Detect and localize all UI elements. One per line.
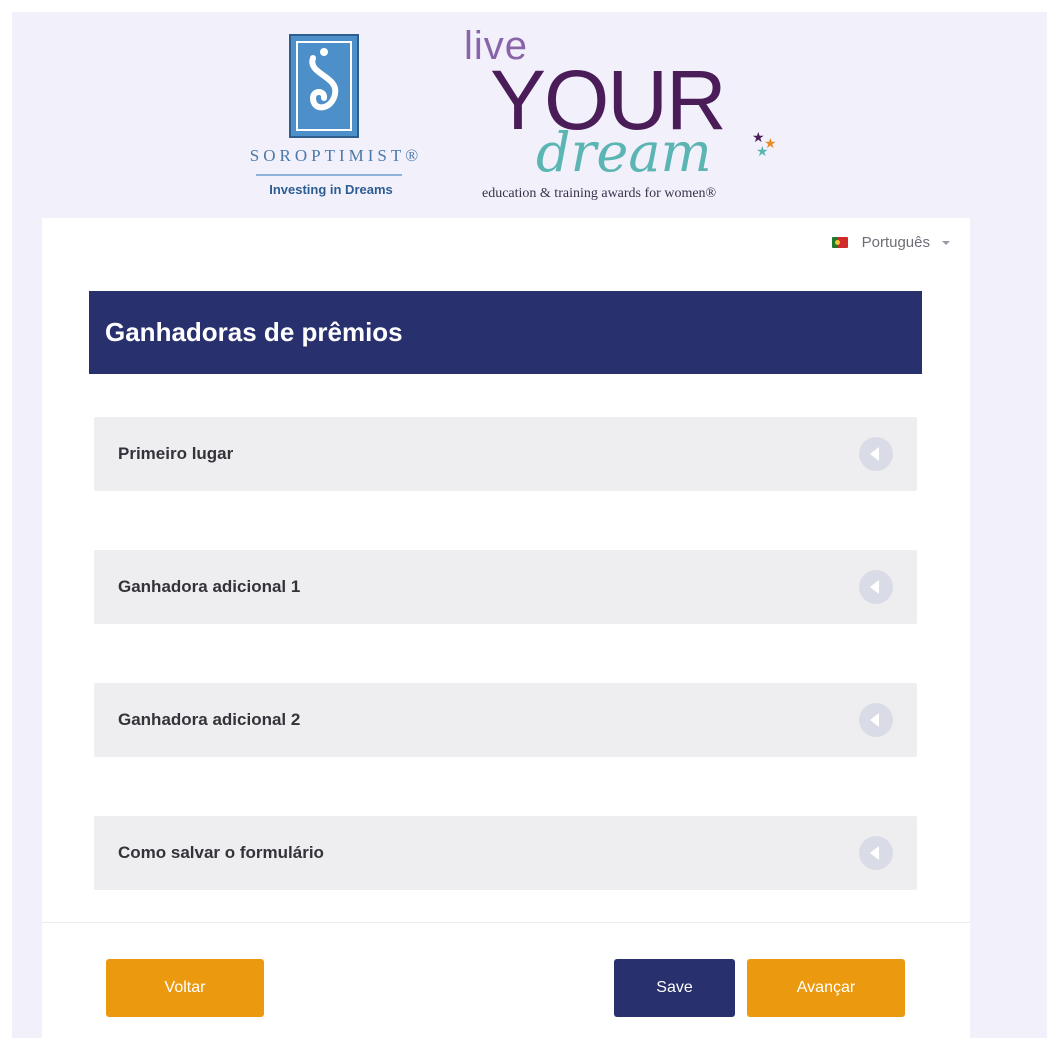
language-label: Português bbox=[861, 234, 930, 251]
portugal-flag-icon bbox=[831, 237, 848, 248]
accordion-label: Primeiro lugar bbox=[118, 444, 234, 463]
save-button[interactable]: Save bbox=[614, 959, 735, 1017]
section-header: Ganhadoras de prêmios bbox=[89, 291, 922, 374]
chevron-left-icon[interactable] bbox=[859, 437, 893, 471]
accordion-label: Como salvar o formulário bbox=[118, 843, 324, 862]
next-button[interactable]: Avançar bbox=[747, 959, 905, 1017]
accordion-item-primeiro-lugar[interactable]: Primeiro lugar bbox=[94, 417, 917, 491]
form-card: Português Ganhadoras de prêmios Primeiro… bbox=[42, 218, 970, 1038]
chevron-left-icon[interactable] bbox=[859, 836, 893, 870]
soroptimist-s-emblem bbox=[289, 34, 359, 138]
accordion-item-como-salvar[interactable]: Como salvar o formulário bbox=[94, 816, 917, 890]
logo-dream-text: dream bbox=[536, 121, 712, 184]
accordion-item-ganhadora-adicional-1[interactable]: Ganhadora adicional 1 bbox=[94, 550, 917, 624]
chevron-left-icon[interactable] bbox=[859, 703, 893, 737]
back-button[interactable]: Voltar bbox=[106, 959, 264, 1017]
soroptimist-name: SOROPTIMIST® bbox=[249, 146, 423, 165]
chevron-down-icon bbox=[942, 240, 950, 245]
logo-tagline: education & training awards for women® bbox=[482, 186, 717, 201]
soroptimist-tagline: Investing in Dreams bbox=[269, 182, 393, 197]
live-your-dream-logo: live YOUR dream ★ ★ ★ education & traini… bbox=[464, 24, 777, 201]
accordion-item-ganhadora-adicional-2[interactable]: Ganhadora adicional 2 bbox=[94, 683, 917, 757]
soroptimist-divider bbox=[256, 174, 402, 176]
left-strip bbox=[0, 0, 12, 1038]
top-strip bbox=[0, 0, 1047, 12]
chevron-left-icon[interactable] bbox=[859, 570, 893, 604]
footer-divider bbox=[42, 922, 970, 923]
accordion-label: Ganhadora adicional 2 bbox=[118, 710, 301, 729]
section-title: Ganhadoras de prêmios bbox=[105, 317, 403, 347]
soroptimist-logo: SOROPTIMIST® Investing in Dreams bbox=[226, 32, 446, 204]
accordion-label: Ganhadora adicional 1 bbox=[118, 577, 301, 596]
language-selector[interactable]: Português bbox=[831, 234, 950, 251]
